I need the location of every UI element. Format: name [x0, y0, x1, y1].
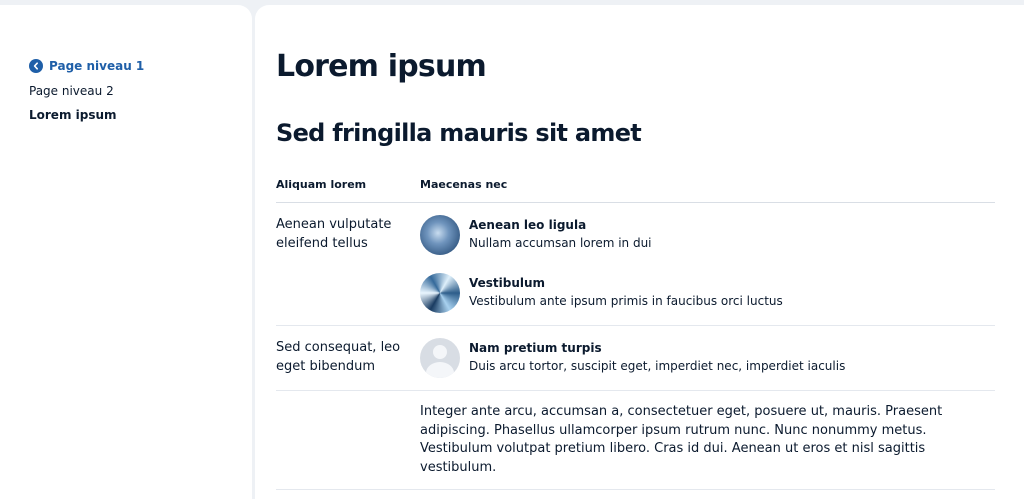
entry-title: Vestibulum [469, 276, 546, 290]
page-title: Lorem ipsum [276, 49, 487, 84]
back-link-label: Page niveau 1 [49, 59, 145, 73]
sidebar: Page niveau 1 Page niveau 2 Lorem ipsum [0, 5, 252, 499]
entry-subtitle: Duis arcu tortor, suscipit eget, imperdi… [469, 359, 846, 373]
row-paragraph: Integer ante arcu, accumsan a, consectet… [420, 404, 943, 475]
back-link[interactable]: Page niveau 1 [29, 56, 144, 76]
entry-subtitle: Vestibulum ante ipsum primis in faucibus… [469, 294, 783, 308]
data-table: Aliquam lorem Maecenas nec Aenean vulput… [276, 173, 995, 490]
table-row: Sed consequat, leo eget bibendum Nam pre… [276, 326, 995, 391]
table-row: Integer ante arcu, accumsan a, consectet… [276, 391, 995, 490]
entry-text: Nam pretium turpis Duis arcu tortor, sus… [469, 338, 845, 375]
entry-title: Nam pretium turpis [469, 341, 602, 355]
table-header: Aliquam lorem Maecenas nec [276, 173, 995, 203]
row-label [276, 403, 420, 477]
entry-text: Aenean leo ligula Nullam accumsan lorem … [469, 215, 652, 252]
list-item: Vestibulum Vestibulum ante ipsum primis … [420, 273, 995, 313]
column-header: Aliquam lorem [276, 178, 367, 191]
sidebar-nav: Page niveau 1 Page niveau 2 Lorem ipsum [29, 56, 144, 124]
sidebar-item-current[interactable]: Lorem ipsum [29, 106, 144, 124]
sidebar-item-page-niveau-2[interactable]: Page niveau 2 [29, 82, 144, 100]
entry-subtitle: Nullam accumsan lorem in dui [469, 236, 652, 250]
avatar [420, 273, 460, 313]
table-row: Aenean vulputate eleifend tellus Aenean … [276, 203, 995, 326]
section-title: Sed fringilla mauris sit amet [276, 119, 642, 147]
main-content: Lorem ipsum Sed fringilla mauris sit ame… [255, 5, 1024, 499]
list-item: Aenean leo ligula Nullam accumsan lorem … [420, 215, 995, 255]
list-item: Nam pretium turpis Duis arcu tortor, sus… [420, 338, 995, 378]
row-entries: Nam pretium turpis Duis arcu tortor, sus… [420, 338, 995, 378]
chevron-left-icon [29, 59, 43, 73]
avatar [420, 215, 460, 255]
row-label: Aenean vulputate eleifend tellus [276, 217, 392, 251]
column-header: Maecenas nec [420, 178, 508, 191]
row-entries: Aenean leo ligula Nullam accumsan lorem … [420, 215, 995, 313]
entry-text: Vestibulum Vestibulum ante ipsum primis … [469, 273, 783, 310]
entry-title: Aenean leo ligula [469, 218, 587, 232]
avatar-placeholder [420, 338, 460, 378]
row-label: Sed consequat, leo eget bibendum [276, 340, 401, 374]
